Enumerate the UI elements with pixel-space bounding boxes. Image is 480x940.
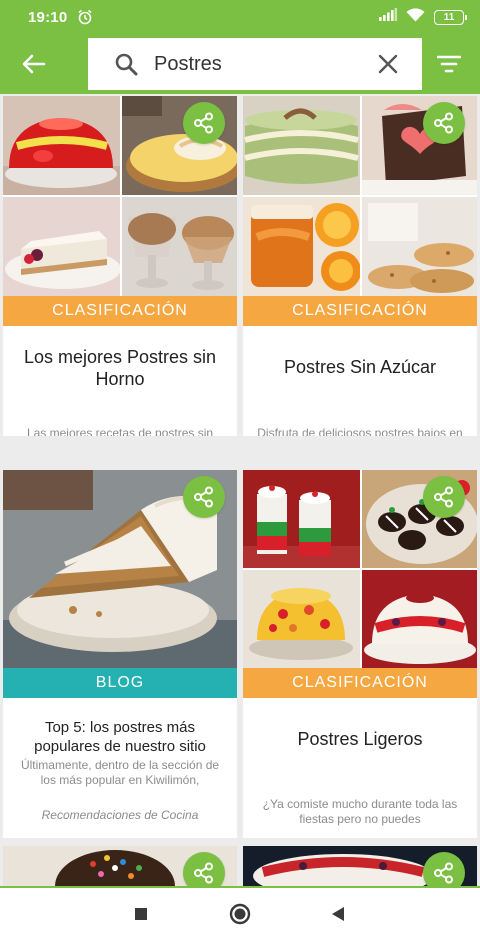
card-description: Últimamente, dentro de la sección de los… xyxy=(20,758,220,787)
share-button[interactable] xyxy=(183,102,225,144)
status-time: 19:10 xyxy=(28,8,68,26)
share-button[interactable] xyxy=(423,102,465,144)
share-icon xyxy=(194,486,213,508)
blog-card[interactable]: BLOG Top 5: los postres más populares de… xyxy=(3,470,237,838)
system-nav-bar xyxy=(0,888,480,940)
image-fruit-gelatin xyxy=(243,570,360,668)
status-bar: 19:10 11 xyxy=(0,0,480,34)
search-box[interactable] xyxy=(88,38,422,90)
card-title: Postres Ligeros xyxy=(297,729,423,749)
share-button[interactable] xyxy=(423,476,465,518)
category-label: BLOG xyxy=(3,668,237,698)
back-button[interactable] xyxy=(16,50,52,78)
share-icon xyxy=(434,112,453,134)
recipe-card[interactable]: CLASIFICACIÓN Los mejores Postres sin Ho… xyxy=(3,96,237,436)
recipe-card[interactable]: CLASIFICACIÓN Postres Sin Azúcar Disfrut… xyxy=(243,96,477,436)
card-source: Recomendaciones de Cocina xyxy=(41,808,199,822)
top-bar xyxy=(0,34,480,94)
wifi-icon xyxy=(406,7,425,27)
recents-button[interactable] xyxy=(132,902,150,926)
share-icon xyxy=(194,862,213,884)
image-jam-oranges xyxy=(243,197,360,296)
category-label: CLASIFICACIÓN xyxy=(243,296,477,326)
clear-search-button[interactable] xyxy=(376,52,400,76)
image-mousse-cups xyxy=(122,197,237,296)
app: 19:10 11 Postres CLASIFICACIÓN Los mejor… xyxy=(0,0,480,940)
category-label: CLASIFICACIÓN xyxy=(3,296,237,326)
card-title: Top 5: los postres más populares de nues… xyxy=(34,719,206,755)
image-bundt-gelatin xyxy=(362,570,477,668)
image-cookies xyxy=(362,197,477,296)
recipe-card[interactable]: CLASIFICACIÓN Postres Ligeros ¿Ya comist… xyxy=(243,470,477,838)
card-description: Las mejores recetas de postres sin horno… xyxy=(26,426,214,436)
recents-icon xyxy=(135,908,147,920)
image-layered-cups xyxy=(243,470,360,568)
card-title: Los mejores Postres sin Horno xyxy=(23,347,217,389)
battery-icon: 11 xyxy=(434,9,467,25)
card-description: Disfruta de deliciosos postres bajos en … xyxy=(257,426,463,436)
share-icon xyxy=(194,112,213,134)
alarm-icon xyxy=(77,9,93,25)
image-red-gelatin xyxy=(3,96,120,195)
status-indicators: 11 xyxy=(379,7,467,27)
back-triangle-icon xyxy=(332,907,344,921)
battery-level: 11 xyxy=(443,11,455,23)
home-icon xyxy=(229,903,251,925)
close-icon xyxy=(378,54,398,74)
share-icon xyxy=(434,486,453,508)
filter-button[interactable] xyxy=(434,52,464,76)
signal-icon xyxy=(379,8,397,26)
home-button[interactable] xyxy=(228,902,252,926)
image-cheesecake xyxy=(3,197,120,296)
category-label: CLASIFICACIÓN xyxy=(243,668,477,698)
card-title: Postres Sin Azúcar xyxy=(283,357,437,377)
image-matcha-cake xyxy=(243,96,360,195)
search-icon xyxy=(114,52,138,76)
share-button[interactable] xyxy=(183,476,225,518)
share-icon xyxy=(434,862,453,884)
card-description: ¿Ya comiste mucho durante toda las fiest… xyxy=(262,797,458,826)
search-input[interactable] xyxy=(154,52,364,76)
back-arrow-icon xyxy=(22,54,46,74)
filter-icon xyxy=(437,55,461,73)
back-nav-button[interactable] xyxy=(328,902,348,926)
